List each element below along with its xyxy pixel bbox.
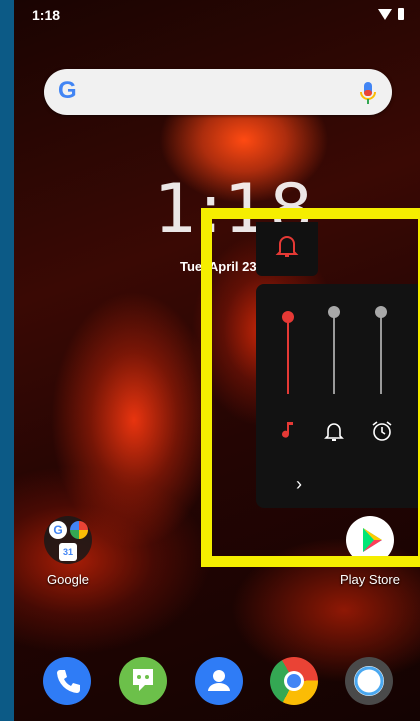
chrome-icon[interactable] bbox=[270, 657, 318, 705]
hangouts-icon[interactable] bbox=[119, 657, 167, 705]
battery-icon bbox=[398, 8, 404, 20]
google-folder-label: Google bbox=[47, 572, 89, 587]
mic-icon[interactable] bbox=[358, 81, 378, 105]
status-time: 1:18 bbox=[32, 7, 61, 23]
google-search-bar[interactable]: G bbox=[44, 69, 392, 115]
highlight-box bbox=[201, 208, 420, 567]
assistant-icon[interactable] bbox=[345, 657, 393, 705]
phone-icon[interactable] bbox=[43, 657, 91, 705]
google-logo-icon: G bbox=[58, 77, 77, 104]
folder-icon: G 31 bbox=[44, 516, 92, 564]
play-store-label: Play Store bbox=[340, 572, 400, 587]
google-folder[interactable]: G 31 Google bbox=[33, 516, 103, 587]
contacts-icon[interactable] bbox=[195, 657, 243, 705]
wifi-icon bbox=[378, 9, 392, 20]
calendar-icon: 31 bbox=[59, 543, 77, 561]
status-bar: 1:18 bbox=[14, 0, 420, 28]
google-g-icon: G bbox=[49, 521, 67, 539]
photos-icon bbox=[70, 521, 88, 539]
home-screen: 1:18 G 1:18 Tue, April 23 G 31 Google Pl… bbox=[14, 0, 420, 721]
